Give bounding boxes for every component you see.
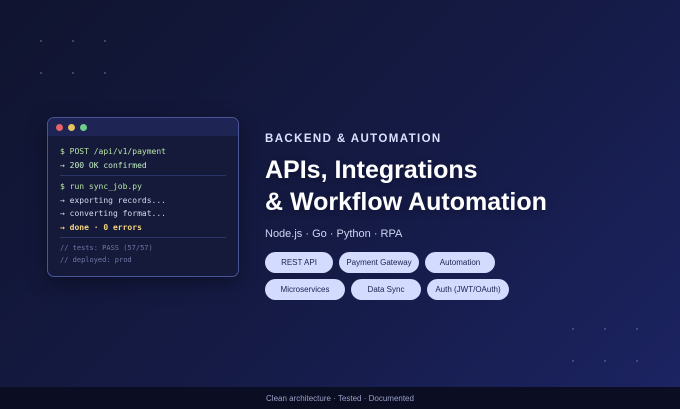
chip-data-sync: Data Sync: [351, 279, 421, 300]
minimize-dot-icon: [68, 123, 75, 131]
headline: APIs, Integrations & Workflow Automation: [265, 154, 665, 218]
terminal-line: $ POST /api/v1/payment: [60, 147, 166, 156]
terminal-line: → exporting records...: [60, 195, 166, 205]
terminal-line: → done · 0 errors: [60, 222, 142, 232]
terminal-title-bar: [48, 118, 238, 136]
footer-text: Clean architecture · Tested · Documented: [266, 393, 414, 403]
tech-stack-text: Node.js · Go · Python · RPA: [265, 228, 403, 240]
chip-rest-api: REST API: [265, 252, 333, 273]
chip-automation: Automation: [425, 252, 495, 273]
hero-section: BACKEND & AUTOMATION APIs, Integrations …: [265, 133, 665, 300]
terminal-divider: [60, 237, 226, 238]
close-dot-icon: [56, 123, 63, 131]
eyebrow-label: BACKEND & AUTOMATION: [265, 133, 442, 145]
terminal-line: → converting format...: [60, 209, 166, 218]
terminal-body: $ POST /api/v1/payment → 200 OK confirme…: [48, 136, 238, 266]
terminal-line: $ run sync_job.py: [60, 182, 142, 191]
terminal-comment: // deployed: prod: [60, 256, 132, 264]
headline-line-2: & Workflow Automation: [265, 188, 547, 216]
terminal-comment: // tests: PASS (57/57): [60, 244, 153, 252]
chip-microservices: Microservices: [265, 279, 345, 300]
chip-row: Microservices Data Sync Auth (JWT/OAuth): [265, 279, 665, 300]
chip-group: REST API Payment Gateway Automation Micr…: [265, 252, 665, 300]
footer-bar: Clean architecture · Tested · Documented: [0, 387, 680, 409]
chip-row: REST API Payment Gateway Automation: [265, 252, 665, 273]
chip-payment-gateway: Payment Gateway: [339, 252, 419, 273]
terminal-divider: [60, 175, 226, 176]
maximize-dot-icon: [80, 123, 87, 131]
headline-line-1: APIs, Integrations: [265, 156, 478, 184]
terminal-line: → 200 OK confirmed: [60, 160, 147, 170]
terminal-window: $ POST /api/v1/payment → 200 OK confirme…: [47, 117, 239, 277]
chip-auth: Auth (JWT/OAuth): [427, 279, 509, 300]
